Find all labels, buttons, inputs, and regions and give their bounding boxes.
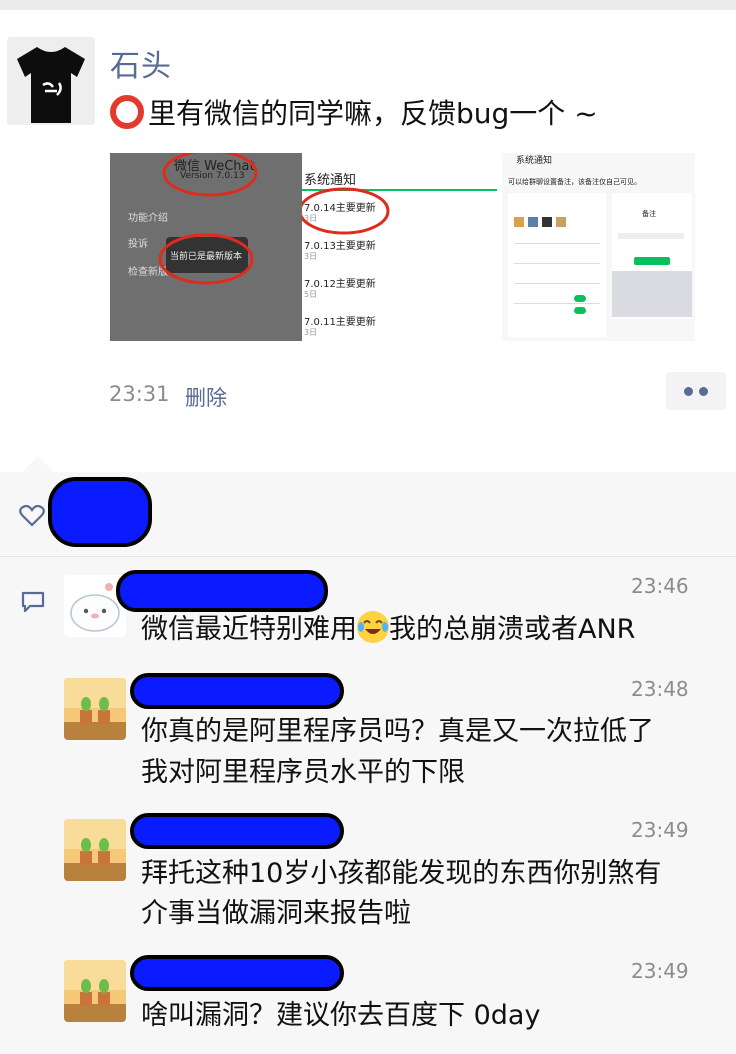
comment-time: 23:49: [631, 959, 689, 983]
post-time: 23:31: [109, 382, 170, 406]
author-avatar[interactable]: [7, 37, 95, 125]
author-name[interactable]: 石头: [110, 41, 172, 85]
comment-time: 23:49: [631, 818, 689, 842]
dot-icon: [699, 387, 708, 396]
settings-subtitle: 可以给群聊设置备注，该备注仅自己可见。: [508, 178, 641, 186]
more-actions-button[interactable]: [666, 372, 726, 410]
comment-time: 23:46: [631, 574, 689, 598]
potted-plant-avatar: [64, 678, 126, 740]
redacted-commenter-name[interactable]: [116, 570, 328, 612]
comment-text-line: 啥叫漏洞？建议你去百度下 0day: [141, 1000, 541, 1031]
comment-text: 微信最近特别难用 我的总崩溃或者ANR: [141, 609, 635, 650]
tshirt-image: [7, 37, 95, 125]
comment-text-line: 拜托这种10岁小孩都能发现的东西你别煞有: [141, 858, 662, 889]
settings-panel: [508, 193, 606, 337]
red-circle-icon: [110, 95, 144, 129]
post-image-2[interactable]: 系统通知 7.0.14主要更新 3日 7.0.13主要更新 3日 7.0.12主…: [302, 153, 497, 341]
comment-text-line: 我对阿里程序员水平的下限: [141, 757, 465, 788]
post-text-content: 里有微信的同学嘛，反馈bug一个 ~: [148, 97, 598, 130]
comment-text-part: 微信最近特别难用: [141, 614, 357, 645]
delete-link[interactable]: 删除: [185, 382, 227, 412]
annotation-circles: [158, 153, 258, 285]
top-bar: [0, 0, 736, 10]
heart-icon: [19, 505, 45, 527]
comments-caret: [22, 456, 54, 472]
settings-header: 系统通知: [516, 156, 553, 166]
laughing-crying-emoji-icon: [357, 611, 389, 643]
remark-dialog: 备注: [612, 193, 692, 319]
redacted-commenter-name[interactable]: [130, 955, 344, 991]
dot-icon: [684, 387, 693, 396]
commenter-avatar[interactable]: [64, 960, 126, 1022]
potted-plant-avatar: [64, 819, 126, 881]
redacted-commenter-name[interactable]: [130, 813, 344, 849]
post-image-3[interactable]: 系统通知 可以给群聊设置备注，该备注仅自己可见。 备注: [502, 153, 695, 341]
redacted-liker-name: [48, 477, 152, 547]
comment-text-part: 我的总崩溃或者ANR: [389, 614, 636, 645]
redacted-commenter-name[interactable]: [130, 673, 344, 709]
post-image-1[interactable]: 微信 WeChat Version 7.0.13 功能介绍 投诉 检查新版 当前…: [110, 153, 302, 341]
commenter-avatar[interactable]: [64, 819, 126, 881]
commenter-avatar[interactable]: [64, 678, 126, 740]
comment-text-line: 你真的是阿里程序员吗？真是又一次拉低了: [141, 716, 654, 747]
comment-time: 23:48: [631, 677, 689, 701]
dialog-title: 备注: [642, 210, 656, 218]
annotation-circle: [302, 187, 390, 235]
comment-text-line: 介事当做漏洞来报告啦: [141, 898, 411, 929]
potted-plant-avatar: [64, 960, 126, 1022]
post-text: 里有微信的同学嘛，反馈bug一个 ~: [110, 92, 598, 132]
comment-icon: [21, 591, 45, 613]
likes-divider: [0, 556, 736, 557]
